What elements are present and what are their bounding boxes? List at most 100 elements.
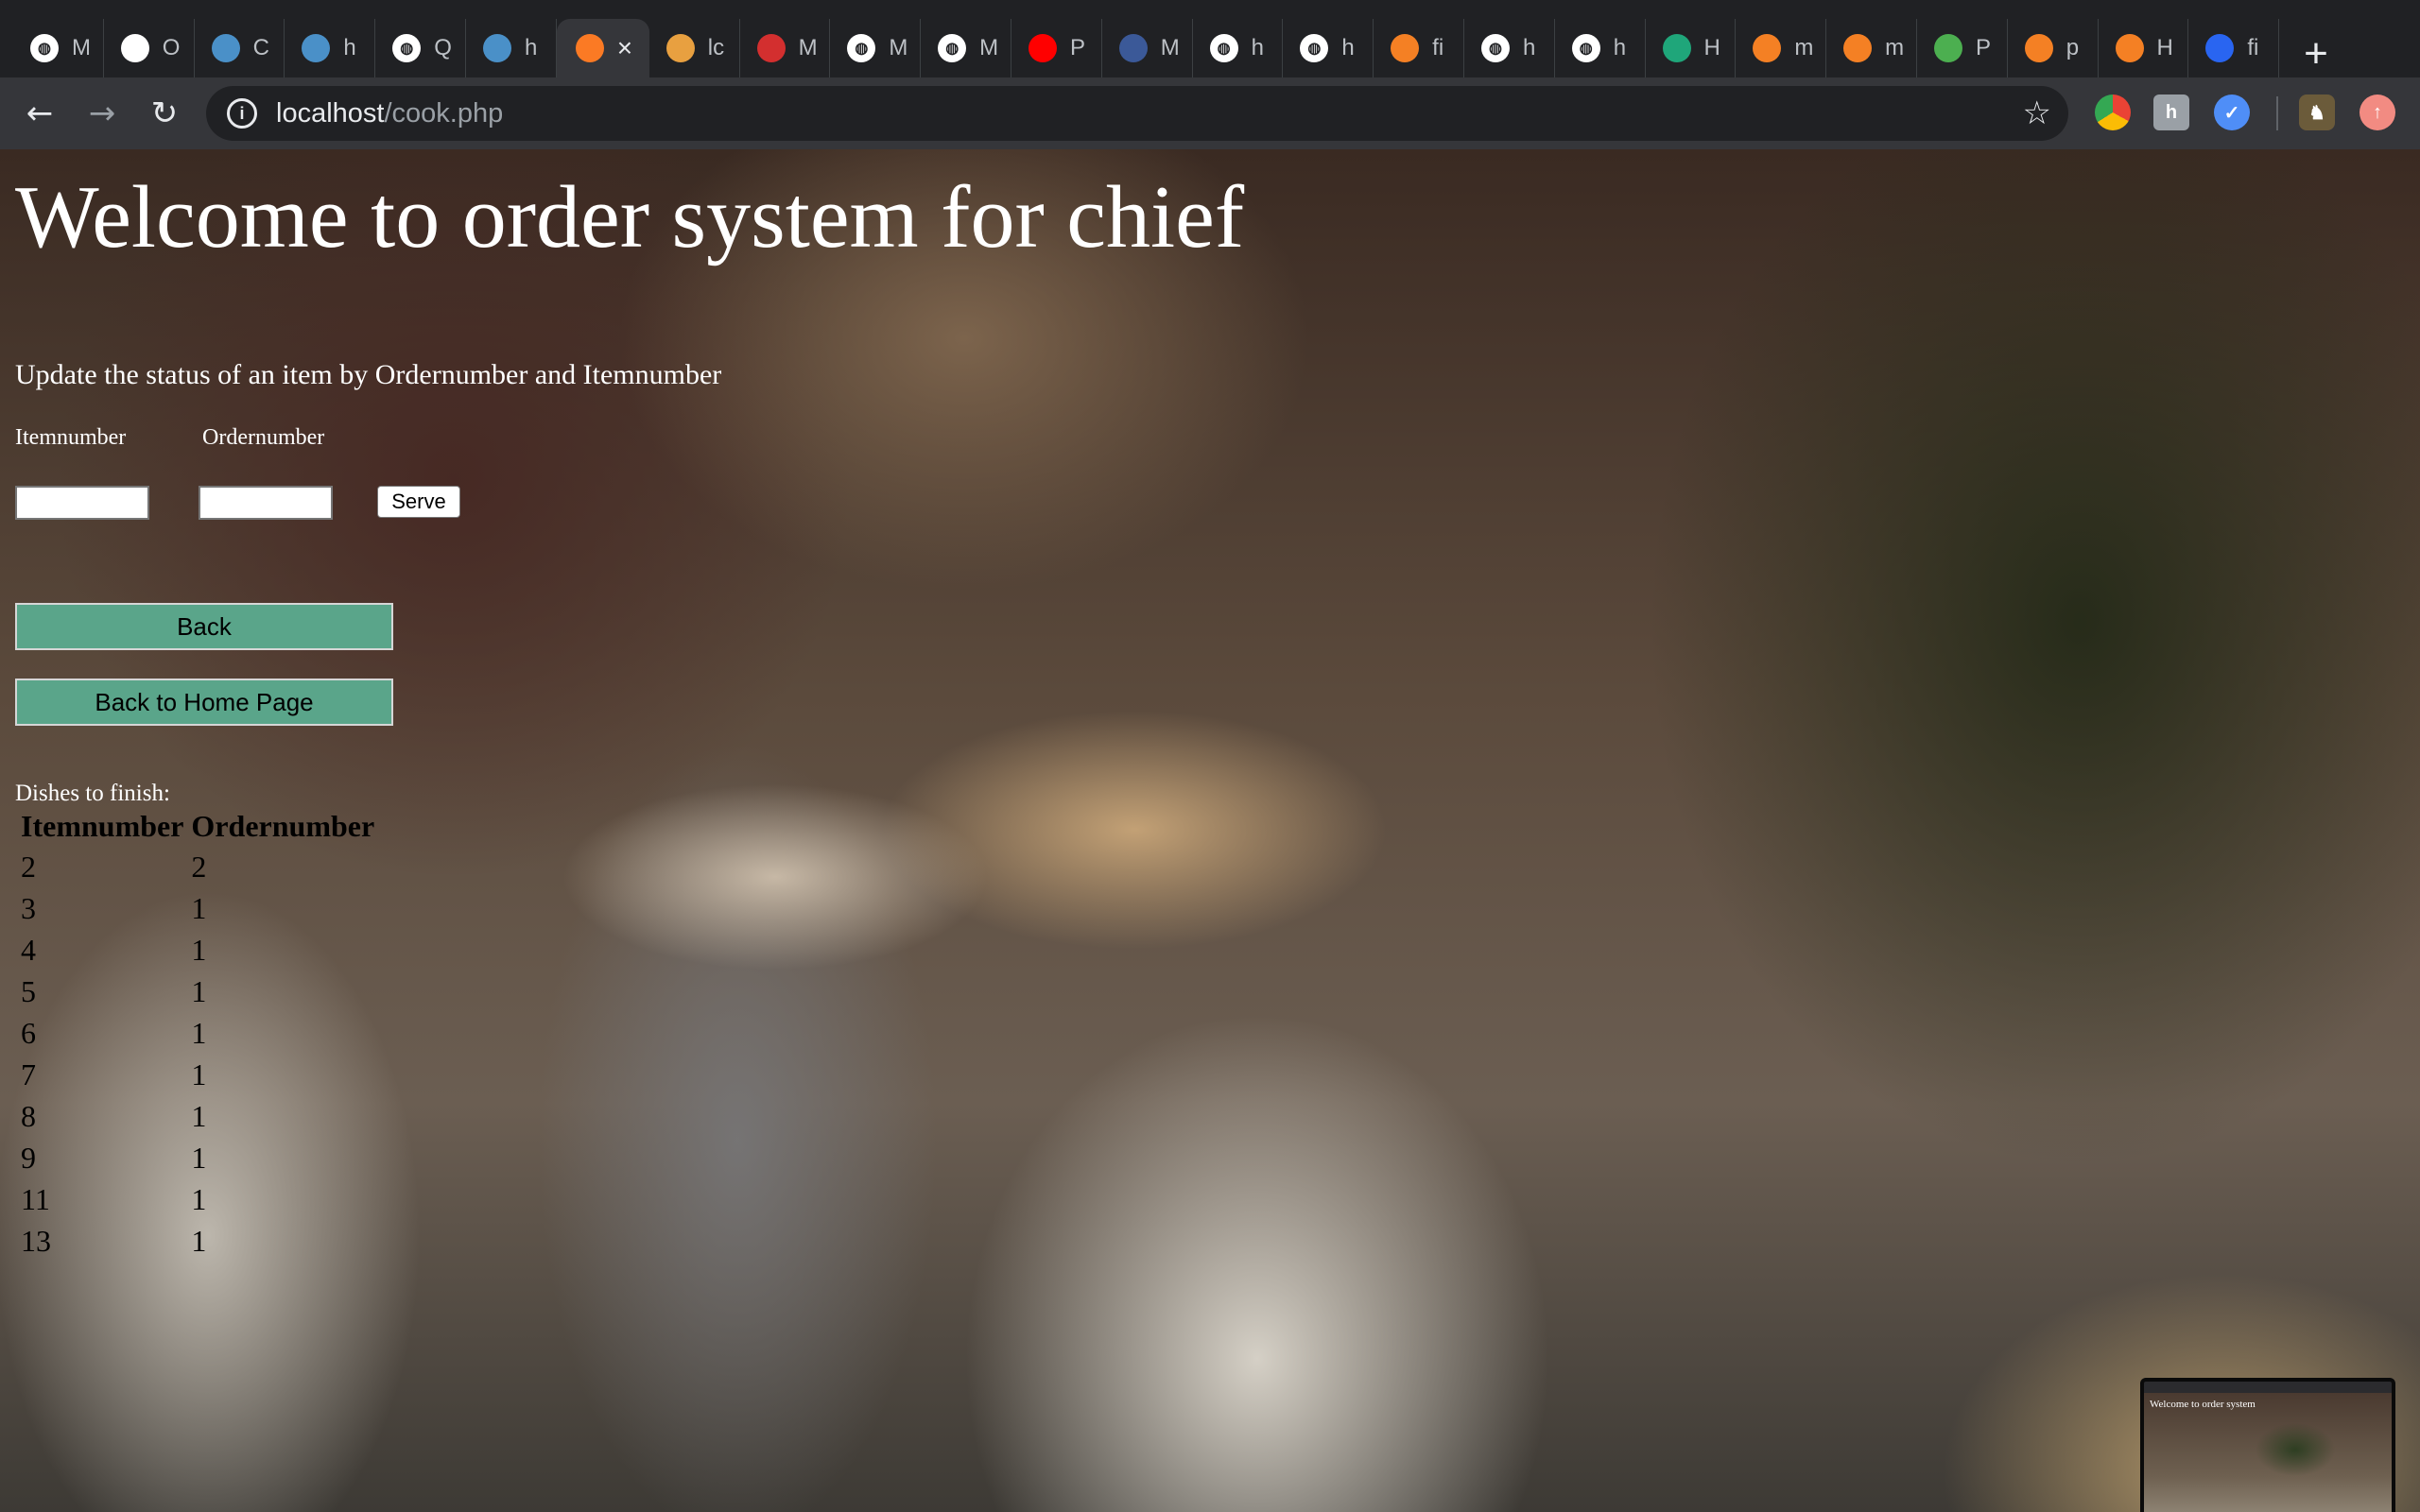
thumbnail-image: Welcome to order system <box>2144 1393 2392 1512</box>
home-page-button[interactable]: Back to Home Page <box>15 679 393 726</box>
dishes-table-body: 2 2 3 1 4 1 5 1 6 1 7 1 8 1 9 1 11 1 13 1 <box>19 848 376 1260</box>
ordernumber-column-header: Ordernumber <box>191 809 375 843</box>
browser-tab[interactable]: ◍ h <box>1464 19 1555 77</box>
itemnumber-cell: 4 <box>21 932 36 967</box>
globe-icon: ◍ <box>392 34 422 62</box>
table-row: 11 1 <box>19 1180 376 1218</box>
itemnumber-cell: 8 <box>21 1098 36 1133</box>
browser-tab[interactable]: ◍ M <box>13 19 104 77</box>
tab-title: h <box>524 35 538 60</box>
browser-tab[interactable]: C <box>195 19 285 77</box>
browser-tab[interactable]: fi <box>1374 19 1464 77</box>
w3schools-icon <box>1933 34 1962 62</box>
browser-tab[interactable]: P <box>1917 19 2008 77</box>
browser-tab[interactable]: m <box>1736 19 1827 77</box>
browser-tab[interactable]: H <box>1646 19 1737 77</box>
tab-title: Q <box>434 35 452 60</box>
tab-title: M <box>72 35 91 60</box>
browser-tab[interactable]: ◍ Q <box>375 19 466 77</box>
chrome-extension-icon[interactable] <box>2095 94 2131 130</box>
globe-icon: ◍ <box>847 34 876 62</box>
table-row: 71 <box>19 1056 376 1093</box>
table-row: 22 <box>19 848 376 885</box>
close-tab-icon[interactable]: × <box>617 33 632 63</box>
itemnumber-cell: 9 <box>21 1140 36 1175</box>
url-text[interactable]: localhost/cook.php <box>276 98 503 129</box>
tab-title: fi <box>1432 35 1444 60</box>
update-available-icon[interactable]: ↑ <box>2360 94 2395 130</box>
document-icon <box>120 34 149 62</box>
bookmark-star-icon[interactable]: ☆ <box>2023 94 2051 132</box>
tabs-container: ◍ M O Ch ◍ Qh × lc M ◍ M ◍ M P M ◍ h ◍ h fi ◍ h ◍ h Hm m Pp Hfi <box>0 0 2280 77</box>
stackoverflow-icon <box>1843 34 1873 62</box>
screenshot-thumbnail-preview[interactable]: Welcome to order system <box>2140 1378 2395 1512</box>
dishes-table: Itemnumber Ordernumber 22314151617181911… <box>15 805 380 1263</box>
table-row: 61 <box>19 1014 376 1052</box>
itemnumber-column-header: Itemnumber <box>21 809 184 843</box>
page-viewport: Welcome to order system for chief Update… <box>0 149 2420 1512</box>
browser-tab[interactable]: ◍ M <box>830 19 922 77</box>
browser-tab[interactable]: P <box>1011 19 1102 77</box>
table-row: 51 <box>19 972 376 1010</box>
url-host: localhost <box>276 97 385 129</box>
ubc-canvas-icon <box>756 34 786 62</box>
browser-tab[interactable]: M <box>740 19 831 77</box>
facebook-icon <box>1118 34 1148 62</box>
table-row: 41 <box>19 931 376 969</box>
tab-title: h <box>1522 35 1536 60</box>
browser-tab[interactable]: × <box>556 19 649 77</box>
page-title: Welcome to order system for chief <box>15 168 1245 266</box>
browser-tab[interactable]: m <box>1826 19 1917 77</box>
browser-tab[interactable]: p <box>2008 19 2099 77</box>
ordernumber-cell: 1 <box>191 1057 207 1091</box>
globe-icon: ◍ <box>938 34 967 62</box>
reload-icon[interactable]: ↻ <box>134 94 195 132</box>
tab-title: p <box>2066 35 2080 60</box>
stackoverflow-icon <box>2024 34 2053 62</box>
browser-tab[interactable]: M <box>1102 19 1193 77</box>
stackoverflow-icon <box>1753 34 1782 62</box>
tab-title: fi <box>2247 35 2259 60</box>
table-row: 91 <box>19 1139 376 1177</box>
profile-avatar-icon[interactable]: ♞ <box>2299 94 2335 130</box>
browser-tab[interactable]: ◍ h <box>1555 19 1646 77</box>
url-path: /cook.php <box>384 97 504 129</box>
hypothesis-extension-icon[interactable]: h <box>2153 94 2189 130</box>
globe-icon: ◍ <box>1571 34 1600 62</box>
site-info-icon[interactable]: i <box>227 98 257 129</box>
tab-title: H <box>1703 35 1720 60</box>
ordernumber-cell: 1 <box>191 1098 207 1133</box>
hexagon-icon <box>1662 34 1691 62</box>
back-button[interactable]: Back <box>15 603 393 650</box>
browser-tab[interactable]: ◍ h <box>1193 19 1284 77</box>
itemnumber-cell: 6 <box>21 1015 36 1050</box>
browser-tab[interactable]: fi <box>2188 19 2280 77</box>
toolbar-separator <box>2276 96 2278 130</box>
new-tab-button[interactable]: + <box>2304 30 2328 77</box>
browser-tab[interactable]: H <box>2099 19 2189 77</box>
browser-tab[interactable]: O <box>104 19 195 77</box>
browser-tab[interactable]: h <box>285 19 376 77</box>
p-logo-icon <box>482 34 511 62</box>
forward-arrow-icon[interactable]: → <box>72 94 132 132</box>
table-row: 31 <box>19 889 376 927</box>
globe-icon: ◍ <box>1480 34 1510 62</box>
tab-title: P <box>1975 35 1991 60</box>
browser-tab[interactable]: lc <box>649 19 740 77</box>
browser-tab[interactable]: ◍ M <box>921 19 1011 77</box>
itemnumber-input[interactable] <box>15 486 149 520</box>
tab-title: lc <box>707 35 725 60</box>
globe-icon: ◍ <box>30 34 59 62</box>
mountain-icon <box>666 34 695 62</box>
bird-extension-icon[interactable]: ✓ <box>2214 94 2250 130</box>
table-row: 13 1 <box>19 1222 376 1260</box>
ordernumber-input[interactable] <box>199 486 333 520</box>
browser-tab[interactable]: ◍ h <box>1283 19 1374 77</box>
back-arrow-icon[interactable]: ← <box>9 94 70 132</box>
serve-button[interactable]: Serve <box>377 486 460 518</box>
stackoverflow-icon <box>1391 34 1420 62</box>
tab-title: M <box>798 35 818 60</box>
thumbnail-toolbar <box>2144 1382 2392 1393</box>
browser-tab[interactable]: h <box>466 19 557 77</box>
address-bar[interactable]: i localhost/cook.php ☆ <box>206 86 2068 141</box>
